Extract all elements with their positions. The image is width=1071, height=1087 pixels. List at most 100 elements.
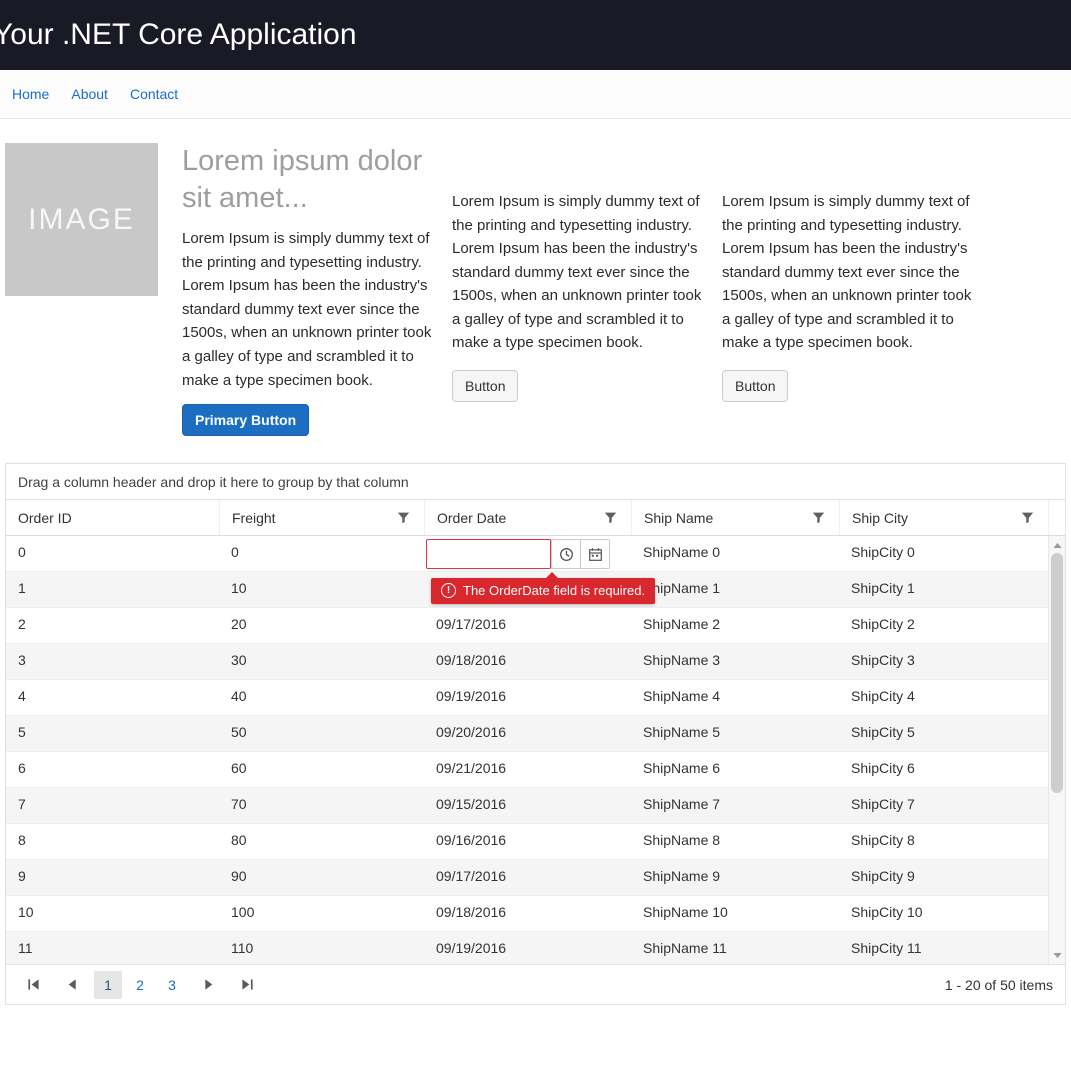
cell: 8 <box>6 824 219 859</box>
vertical-scrollbar[interactable] <box>1048 536 1065 964</box>
cell: ShipCity 4 <box>839 680 1065 715</box>
cell: ShipName 4 <box>631 680 839 715</box>
table-row: 1010009/18/2016ShipName 10ShipCity 10 <box>6 896 1065 932</box>
lorem-paragraph: Lorem Ipsum is simply dummy text of the … <box>722 190 972 355</box>
cell: ShipName 11 <box>631 932 839 964</box>
column-header-freight[interactable]: Freight <box>219 500 424 535</box>
cell: ShipName 2 <box>631 608 839 643</box>
cell: ShipName 8 <box>631 824 839 859</box>
cell: ShipName 3 <box>631 644 839 679</box>
pager-info: 1 - 20 of 50 items <box>945 977 1053 993</box>
cell <box>424 536 631 571</box>
cell: 30 <box>219 644 424 679</box>
cell: ShipCity 6 <box>839 752 1065 787</box>
cell: ShipName 6 <box>631 752 839 787</box>
cell: 7 <box>6 788 219 823</box>
cell: ShipCity 2 <box>839 608 1065 643</box>
cell: 09/16/2016 <box>424 824 631 859</box>
pager-page-1[interactable]: 1 <box>94 971 122 999</box>
cell: ShipCity 3 <box>839 644 1065 679</box>
scroll-down-icon[interactable] <box>1053 950 1062 960</box>
table-row: 66009/21/2016ShipName 6ShipCity 6 <box>6 752 1065 788</box>
grid-pager: 123 1 - 20 of 50 items <box>6 964 1065 1004</box>
cell: ShipName 5 <box>631 716 839 751</box>
column-header-order-id[interactable]: Order ID <box>6 500 219 535</box>
column-header-order-date[interactable]: Order Date <box>424 500 631 535</box>
column-header-ship-city[interactable]: Ship City <box>839 500 1048 535</box>
cell: 9 <box>6 860 219 895</box>
primary-button[interactable]: Primary Button <box>182 404 309 436</box>
pager-page-3[interactable]: 3 <box>158 971 186 999</box>
cell: ShipCity 10 <box>839 896 1065 931</box>
cell: 09/17/2016 <box>424 860 631 895</box>
filter-icon[interactable] <box>395 509 412 526</box>
scrollbar-thumb[interactable] <box>1051 553 1063 793</box>
grid-body: ! The OrderDate field is required. 00 Sh… <box>6 536 1065 964</box>
cell: 2 <box>6 608 219 643</box>
order-date-picker <box>426 539 610 569</box>
cell: ShipName 7 <box>631 788 839 823</box>
previous-page-button[interactable] <box>56 971 86 999</box>
cell: 10 <box>6 896 219 931</box>
cell: 50 <box>219 716 424 751</box>
table-row: 00 ShipName 0ShipCity 0 <box>6 536 1065 572</box>
cell: 4 <box>6 680 219 715</box>
column-header-ship-name[interactable]: Ship Name <box>631 500 839 535</box>
cell: ShipCity 8 <box>839 824 1065 859</box>
validation-message: The OrderDate field is required. <box>463 583 645 598</box>
filter-icon[interactable] <box>1019 509 1036 526</box>
last-page-button[interactable] <box>232 971 262 999</box>
cell: 6 <box>6 752 219 787</box>
hero-column-1: Lorem ipsum dolor sit amet... Lorem Ipsu… <box>182 143 432 436</box>
cell: 70 <box>219 788 424 823</box>
cell: 10 <box>219 572 424 607</box>
tooltip-arrow-icon <box>545 572 559 579</box>
cell: ShipCity 11 <box>839 932 1065 964</box>
table-row: 33009/18/2016ShipName 3ShipCity 3 <box>6 644 1065 680</box>
cell: 11 <box>6 932 219 964</box>
cell: ShipName 1 <box>631 572 839 607</box>
table-row: 88009/16/2016ShipName 8ShipCity 8 <box>6 824 1065 860</box>
nav-link-contact[interactable]: Contact <box>130 86 178 102</box>
order-date-input[interactable] <box>426 539 551 569</box>
grid-group-hint[interactable]: Drag a column header and drop it here to… <box>6 464 1065 500</box>
app-header: Your .NET Core Application <box>0 0 1071 70</box>
cell: 60 <box>219 752 424 787</box>
cell: 09/18/2016 <box>424 644 631 679</box>
main-nav: Home About Contact <box>0 70 1071 119</box>
table-row: 1111009/19/2016ShipName 11ShipCity 11 <box>6 932 1065 964</box>
secondary-button[interactable]: Button <box>452 370 518 402</box>
cell: 0 <box>6 536 219 571</box>
validation-tooltip: ! The OrderDate field is required. <box>431 578 655 604</box>
cell: ShipName 9 <box>631 860 839 895</box>
table-row: 77009/15/2016ShipName 7ShipCity 7 <box>6 788 1065 824</box>
table-row: 99009/17/2016ShipName 9ShipCity 9 <box>6 860 1065 896</box>
first-page-button[interactable] <box>18 971 48 999</box>
filter-icon[interactable] <box>602 509 619 526</box>
app-title: Your .NET Core Application <box>0 18 357 52</box>
cell: 90 <box>219 860 424 895</box>
lorem-paragraph: Lorem Ipsum is simply dummy text of the … <box>452 190 702 355</box>
column-title: Ship Name <box>644 510 713 526</box>
table-row: 22009/17/2016ShipName 2ShipCity 2 <box>6 608 1065 644</box>
nav-link-about[interactable]: About <box>71 86 108 102</box>
next-page-button[interactable] <box>194 971 224 999</box>
filter-icon[interactable] <box>810 509 827 526</box>
pager-page-2[interactable]: 2 <box>126 971 154 999</box>
clock-icon[interactable] <box>551 540 580 568</box>
calendar-icon[interactable] <box>580 540 609 568</box>
cell: ShipCity 9 <box>839 860 1065 895</box>
cell: ShipName 0 <box>631 536 839 571</box>
secondary-button[interactable]: Button <box>722 370 788 402</box>
orders-grid: Drag a column header and drop it here to… <box>5 463 1066 1005</box>
nav-link-home[interactable]: Home <box>12 86 49 102</box>
column-title: Order Date <box>437 510 506 526</box>
cell: 3 <box>6 644 219 679</box>
hero-row: IMAGE Lorem ipsum dolor sit amet... Lore… <box>5 143 1066 436</box>
scroll-up-icon[interactable] <box>1053 540 1062 550</box>
warning-icon: ! <box>441 583 456 598</box>
placeholder-image-label: IMAGE <box>28 203 135 237</box>
cell: ShipName 10 <box>631 896 839 931</box>
column-title: Freight <box>232 510 276 526</box>
pager-pages: 123 <box>94 971 186 999</box>
